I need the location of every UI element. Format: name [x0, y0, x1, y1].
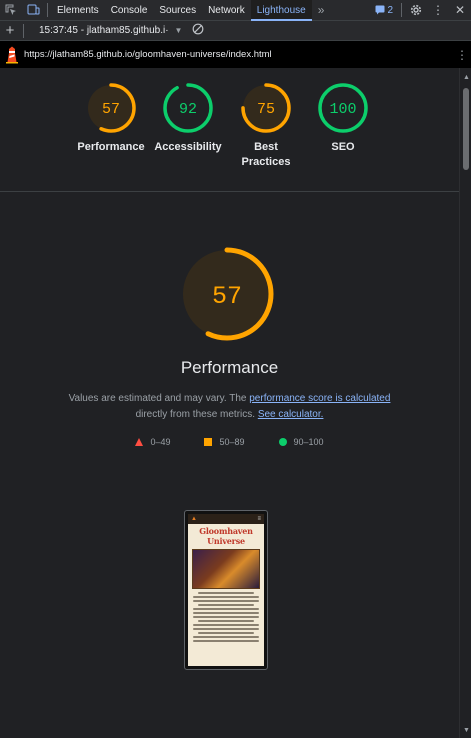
gauge-score: 75 — [257, 101, 275, 118]
performance-gauge-large: 57 — [178, 245, 276, 348]
thumb-hero-image — [192, 549, 260, 589]
gauge-label: Performance — [77, 141, 145, 153]
legend-fail: 0–49 — [135, 437, 170, 447]
orange-square-icon — [204, 438, 213, 446]
tab-console[interactable]: Console — [105, 0, 154, 21]
report-selector-label: 15:37:45 - jlatham85.github.i· — [39, 25, 169, 36]
legend-pass: 90–100 — [278, 437, 324, 447]
legend-label: 50–89 — [219, 437, 245, 447]
inspect-element-icon[interactable] — [0, 0, 22, 21]
gauge-dial: 100 — [318, 83, 368, 133]
report-scrollbar[interactable]: ▲ ▼ — [459, 68, 471, 738]
thumb-text-line — [193, 624, 259, 626]
tab-lighthouse[interactable]: Lighthouse — [250, 0, 312, 21]
see-calculator-link[interactable]: See calculator. — [258, 409, 324, 420]
thumb-text-line — [193, 636, 259, 638]
gauge-score: 92 — [179, 101, 197, 118]
gauge-dial: 92 — [163, 83, 213, 133]
tab-sources[interactable]: Sources — [153, 0, 202, 21]
thumb-text-line — [198, 604, 254, 606]
lighthouse-toolbar: + 15:37:45 - jlatham85.github.i· ▼ — [0, 21, 471, 41]
legend-average: 50–89 — [204, 437, 245, 447]
desc-text-2: directly from these metrics. — [135, 409, 258, 420]
gauge-label: Best Practices — [241, 141, 291, 168]
thumb-text-line — [193, 616, 259, 618]
report-menu-icon[interactable]: ⋮ — [453, 48, 471, 62]
performance-title: Performance — [180, 358, 279, 377]
thumb-site-title: Gloomhaven Universe — [199, 526, 253, 546]
gauge-seo[interactable]: 100 SEO — [303, 82, 383, 155]
thumb-text-line — [193, 608, 259, 610]
devtools-tab-bar: Elements Console Sources Network Lightho… — [0, 0, 471, 21]
thumb-text-line — [193, 640, 259, 642]
desc-text: Values are estimated and may vary. The — [68, 393, 250, 404]
issues-count: 2 — [387, 4, 393, 16]
thumb-text-line — [193, 612, 259, 614]
gauge-label: SEO — [331, 141, 355, 153]
score-calculated-link[interactable]: performance score is calculated — [249, 393, 390, 404]
more-options-icon[interactable]: ⋮ — [427, 0, 449, 21]
scroll-down-arrow-icon[interactable]: ▼ — [463, 727, 470, 734]
report-url-bar: https://jlatham85.github.io/gloomhaven-u… — [0, 41, 471, 68]
performance-score-large: 57 — [212, 282, 242, 311]
tab-elements[interactable]: Elements — [51, 0, 105, 21]
toolbar-divider — [23, 23, 24, 38]
score-legend: 0–49 50–89 90–100 — [0, 437, 459, 447]
thumb-text-line — [193, 600, 259, 602]
message-icon — [375, 5, 385, 15]
final-screenshot-thumbnail[interactable]: ▲ ≡ Gloomhaven Universe — [184, 510, 268, 670]
score-gauges: 57 Performance 92 Accessibility 75 Best Pract… — [0, 82, 459, 192]
green-circle-icon — [278, 438, 287, 446]
new-report-plus-icon[interactable]: + — [0, 21, 20, 41]
clear-reports-icon[interactable] — [192, 23, 204, 38]
scrollbar-thumb[interactable] — [463, 88, 469, 170]
more-tabs-button[interactable]: » — [312, 0, 331, 21]
thumb-text-line — [198, 620, 254, 622]
gauge-dial: 57 — [86, 83, 136, 133]
settings-gear-icon[interactable] — [405, 0, 427, 21]
gauge-accessibility[interactable]: 92 Accessibility — [148, 82, 228, 155]
thumb-text-line — [193, 628, 259, 630]
issues-badge[interactable]: 2 — [370, 5, 398, 16]
thumb-text-line — [198, 592, 254, 594]
thumb-text-line — [193, 596, 259, 598]
scroll-up-arrow-icon[interactable]: ▲ — [463, 74, 470, 81]
report-url[interactable]: https://jlatham85.github.io/gloomhaven-u… — [24, 49, 272, 60]
gauge-score: 100 — [329, 101, 356, 118]
gauge-best-practices[interactable]: 75 Best Practices — [226, 82, 306, 170]
report-selector[interactable]: 15:37:45 - jlatham85.github.i· ▼ — [39, 25, 182, 36]
toolbar-divider — [47, 3, 48, 17]
toolbar-divider — [401, 3, 402, 17]
hamburger-menu-icon: ≡ — [257, 516, 261, 522]
gauge-label: Accessibility — [154, 141, 222, 153]
gauge-score: 57 — [102, 101, 120, 118]
performance-description: Values are estimated and may vary. The p… — [60, 391, 399, 423]
close-icon[interactable]: ✕ — [449, 0, 471, 21]
legend-label: 0–49 — [150, 437, 171, 447]
red-triangle-icon — [135, 438, 144, 446]
legend-label: 90–100 — [293, 437, 324, 447]
device-toolbar-icon[interactable] — [22, 0, 44, 21]
gauge-dial: 75 — [241, 83, 291, 133]
thumb-text-line — [198, 632, 254, 634]
chevron-down-icon: ▼ — [174, 26, 183, 35]
section-divider — [0, 191, 459, 192]
screenshot-page: ▲ ≡ Gloomhaven Universe — [188, 514, 264, 666]
tab-network[interactable]: Network — [202, 0, 251, 21]
home-icon: ▲ — [191, 516, 197, 522]
report-body: 57 Performance 92 Accessibility 75 Best Pract… — [0, 68, 459, 738]
gauge-performance[interactable]: 57 Performance — [71, 82, 151, 155]
thumb-navbar: ▲ ≡ — [188, 514, 264, 524]
lighthouse-logo-icon — [0, 41, 24, 68]
